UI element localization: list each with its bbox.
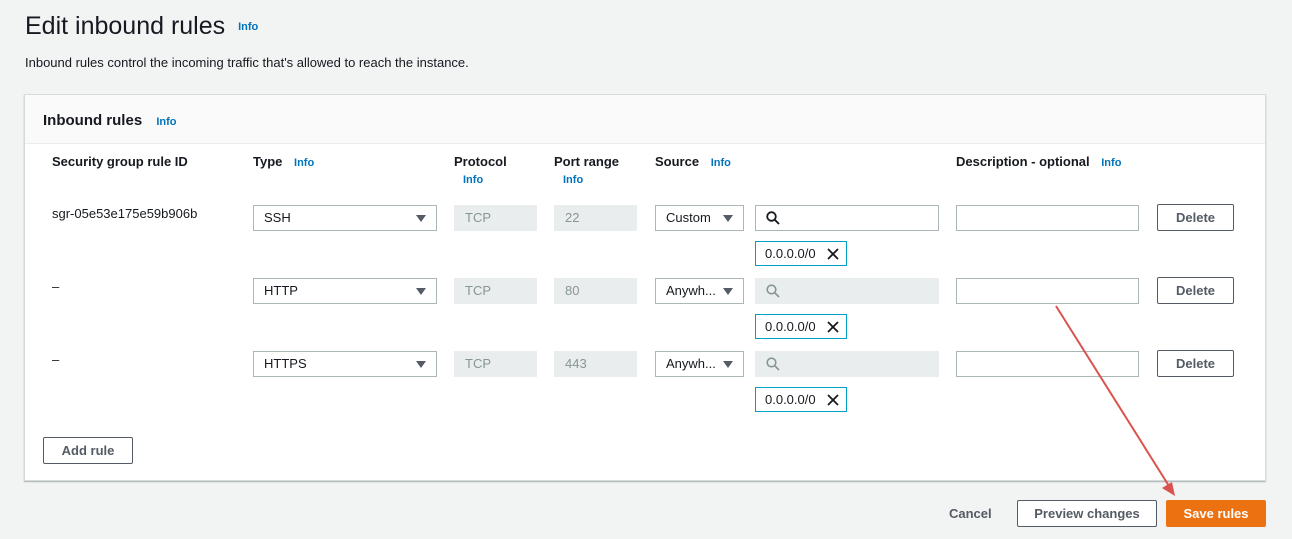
annotation-arrow <box>1055 305 1175 496</box>
